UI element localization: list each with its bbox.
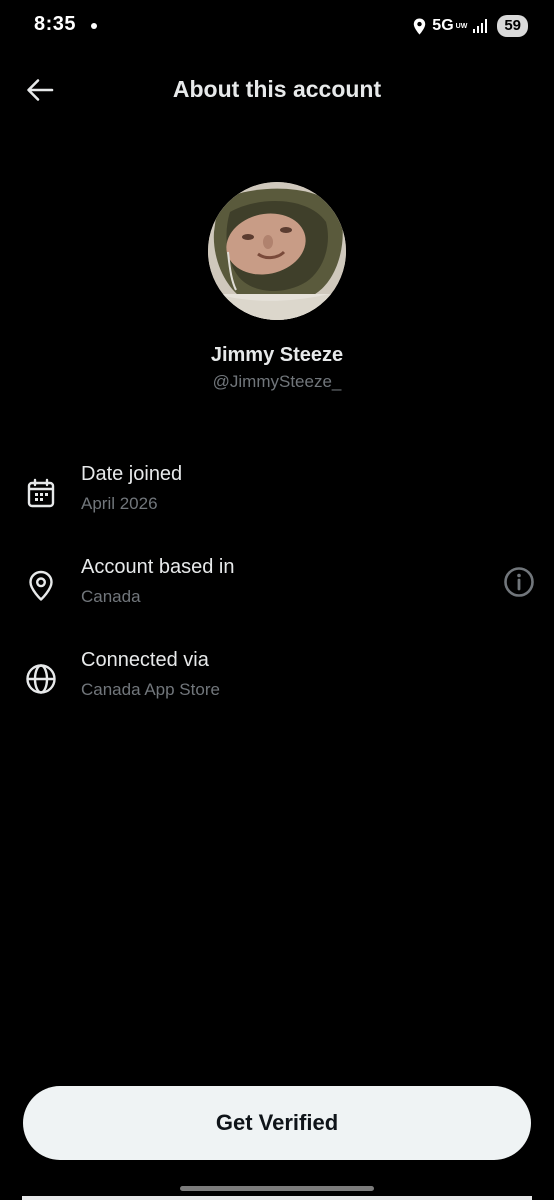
status-time: 8:35 [34, 13, 77, 35]
calendar-icon [24, 476, 58, 510]
account-based-in-label: Account based in [81, 556, 235, 578]
info-button[interactable] [502, 565, 536, 599]
location-icon [413, 18, 426, 35]
get-verified-button[interactable]: Get Verified [23, 1086, 531, 1160]
account-based-in-value: Canada [81, 587, 141, 606]
status-bar: 8:35 5G UW 59 [0, 0, 554, 52]
account-based-in-row: Account based in Canada [0, 556, 554, 628]
network-type: 5G [432, 17, 454, 34]
home-indicator[interactable] [180, 1186, 374, 1191]
page-title: About this account [172, 76, 382, 102]
network-subtype: UW [455, 22, 468, 30]
date-joined-label: Date joined [81, 463, 183, 485]
notification-dot-icon [91, 23, 97, 29]
date-joined-value: April 2026 [81, 494, 158, 513]
header: About this account [0, 62, 554, 118]
connected-via-row: Connected via Canada App Store [0, 649, 554, 721]
signal-icon [473, 19, 488, 33]
date-joined-row: Date joined April 2026 [0, 463, 554, 535]
battery-level: 59 [497, 15, 528, 37]
avatar[interactable] [208, 182, 346, 320]
connected-via-label: Connected via [81, 649, 209, 671]
username-handle: @JimmySteeze_ [212, 372, 342, 391]
location-pin-icon [24, 569, 58, 603]
display-name: Jimmy Steeze [210, 344, 344, 366]
bottom-edge [22, 1196, 532, 1200]
info-icon [504, 567, 534, 597]
globe-icon [24, 662, 58, 696]
status-indicators: 5G UW 59 [413, 13, 528, 39]
connected-via-value: Canada App Store [81, 680, 220, 699]
